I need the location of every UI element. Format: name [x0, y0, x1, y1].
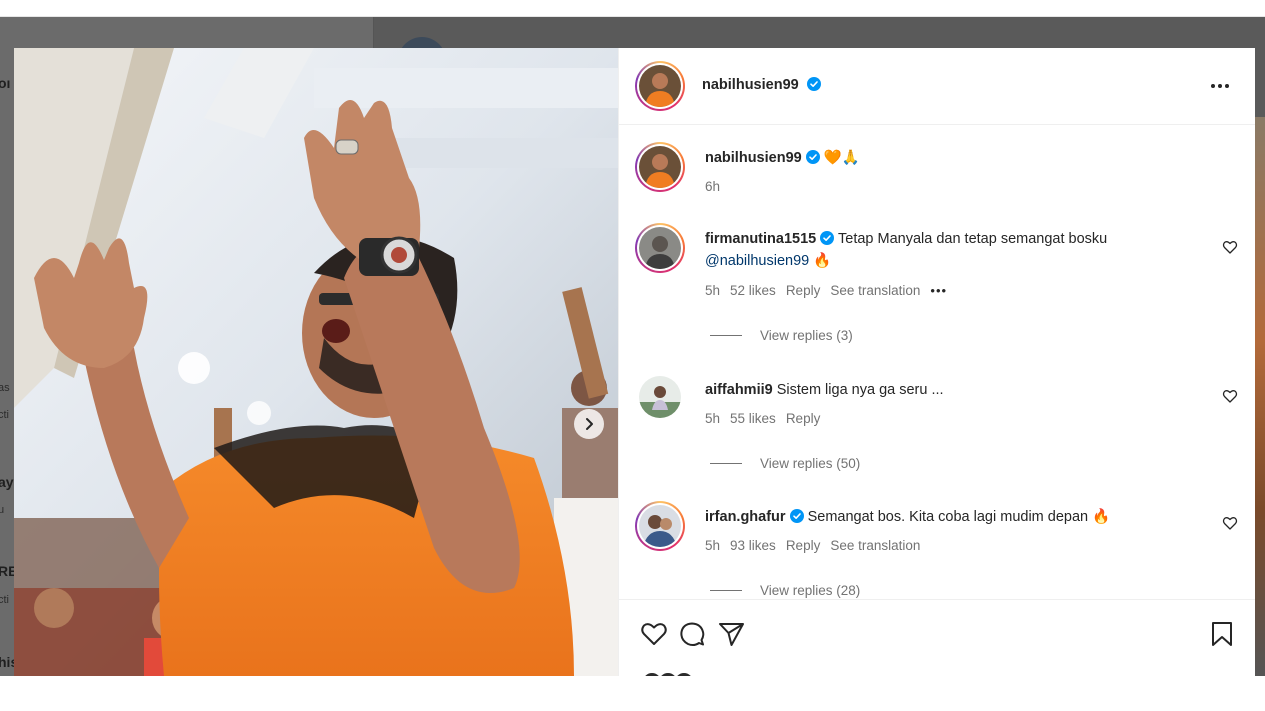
browser-top-strip — [0, 0, 1265, 17]
comment-more-button[interactable]: ••• — [930, 283, 947, 298]
comment-avatar[interactable] — [639, 376, 681, 418]
avatar-image — [639, 65, 681, 107]
comment-bubble-icon[interactable] — [677, 619, 707, 649]
page-bottom-area — [0, 676, 1265, 711]
heart-outline-icon[interactable] — [639, 619, 669, 649]
author-username-row[interactable]: nabilhusien99 — [702, 77, 821, 93]
comment-likes[interactable]: 55 likes — [730, 411, 776, 426]
comment-time: 5h — [705, 538, 721, 553]
comment-likes[interactable]: 93 likes — [730, 538, 776, 553]
fire-emoji: 🔥 — [813, 253, 832, 269]
verified-badge-icon — [820, 231, 835, 245]
like-comment-heart-icon[interactable] — [1222, 388, 1238, 404]
comment-avatar[interactable] — [635, 501, 685, 551]
comment-body: Semangat bos. Kita coba lagi mudim depan — [807, 509, 1089, 525]
post-actions-bar — [619, 599, 1255, 676]
caption-emojis: 🧡🙏 — [823, 150, 860, 166]
avatar-image — [639, 505, 681, 547]
view-replies-button[interactable]: View replies (50) — [710, 456, 860, 471]
view-replies-button[interactable]: View replies (28) — [710, 583, 860, 598]
caption-username[interactable]: nabilhusien99 — [705, 150, 802, 166]
avatar-image — [639, 146, 681, 188]
replies-divider-line — [710, 463, 742, 464]
view-replies-label[interactable]: View replies (28) — [760, 583, 860, 598]
comments-list[interactable]: nabilhusien99 🧡🙏 6h firmanutina1515 Teta… — [619, 126, 1255, 599]
post-details-panel: nabilhusien99 nabilhusien99 🧡🙏 6h firman… — [618, 48, 1255, 676]
reply-button[interactable]: Reply — [786, 538, 821, 553]
post-modal: nabilhusien99 nabilhusien99 🧡🙏 6h firman… — [14, 48, 1255, 676]
comment-meta: 5h 93 likes Reply See translation — [705, 538, 920, 553]
post-header: nabilhusien99 — [619, 48, 1255, 125]
underlying-text: oı — [0, 75, 11, 91]
replies-divider-line — [710, 590, 742, 591]
more-horizontal-icon — [1211, 84, 1215, 88]
like-comment-heart-icon[interactable] — [1222, 239, 1238, 255]
underlying-photo-edge — [1255, 117, 1265, 676]
caption-avatar[interactable] — [635, 142, 685, 192]
verified-badge-icon — [805, 150, 820, 164]
reply-button[interactable]: Reply — [786, 283, 821, 298]
post-photo-illustration — [14, 48, 618, 676]
page: oı as cti ay u RE cti his nabilhusien99 … — [0, 0, 1265, 711]
bookmark-icon[interactable] — [1207, 619, 1237, 649]
fire-emoji: 🔥 — [1092, 509, 1111, 525]
caption-text: nabilhusien99 🧡🙏 — [705, 147, 1205, 169]
underlying-text: cti — [0, 409, 9, 421]
see-translation-button[interactable]: See translation — [830, 538, 920, 553]
comment-mention-link[interactable]: @nabilhusien99 — [705, 253, 809, 269]
comment-username[interactable]: irfan.ghafur — [705, 509, 786, 525]
underlying-text: as — [0, 382, 10, 394]
comment-text: aiffahmii9 Sistem liga nya ga seru ... — [705, 379, 1205, 401]
paper-plane-icon[interactable] — [716, 619, 746, 649]
author-avatar[interactable] — [635, 61, 685, 111]
caption-meta: 6h — [705, 179, 720, 194]
comment-body: Sistem liga nya ga seru ... — [776, 382, 944, 398]
more-options-button[interactable] — [1208, 76, 1232, 96]
avatar-image — [639, 376, 681, 418]
comment-time: 5h — [705, 283, 721, 298]
comment-time: 5h — [705, 411, 721, 426]
comment-text: irfan.ghafur Semangat bos. Kita coba lag… — [705, 506, 1205, 528]
comment-username[interactable]: firmanutina1515 — [705, 231, 816, 247]
comment-text: firmanutina1515 Tetap Manyala dan tetap … — [705, 228, 1205, 272]
author-username[interactable]: nabilhusien99 — [702, 77, 799, 93]
reply-button[interactable]: Reply — [786, 411, 821, 426]
comment-body: Tetap Manyala dan tetap semangat bosku — [838, 231, 1108, 247]
chevron-right-icon — [586, 418, 593, 430]
underlying-text: ay — [0, 474, 14, 490]
next-photo-button[interactable] — [574, 409, 604, 439]
underlying-text: cti — [0, 594, 9, 606]
see-translation-button[interactable]: See translation — [830, 283, 920, 298]
comment-meta: 5h 52 likes Reply See translation ••• — [705, 283, 947, 298]
verified-badge-icon — [806, 77, 821, 91]
underlying-text: u — [0, 504, 5, 516]
comment-avatar[interactable] — [635, 223, 685, 273]
avatar-image — [639, 227, 681, 269]
replies-divider-line — [710, 335, 742, 336]
view-replies-button[interactable]: View replies (3) — [710, 328, 853, 343]
view-replies-label[interactable]: View replies (50) — [760, 456, 860, 471]
caption-time: 6h — [705, 179, 721, 194]
comment-likes[interactable]: 52 likes — [730, 283, 776, 298]
comment-meta: 5h 55 likes Reply — [705, 411, 820, 426]
comment-username[interactable]: aiffahmii9 — [705, 382, 773, 398]
verified-badge-icon — [789, 509, 804, 523]
view-replies-label[interactable]: View replies (3) — [760, 328, 853, 343]
post-photo[interactable] — [14, 48, 618, 676]
like-comment-heart-icon[interactable] — [1222, 515, 1238, 531]
